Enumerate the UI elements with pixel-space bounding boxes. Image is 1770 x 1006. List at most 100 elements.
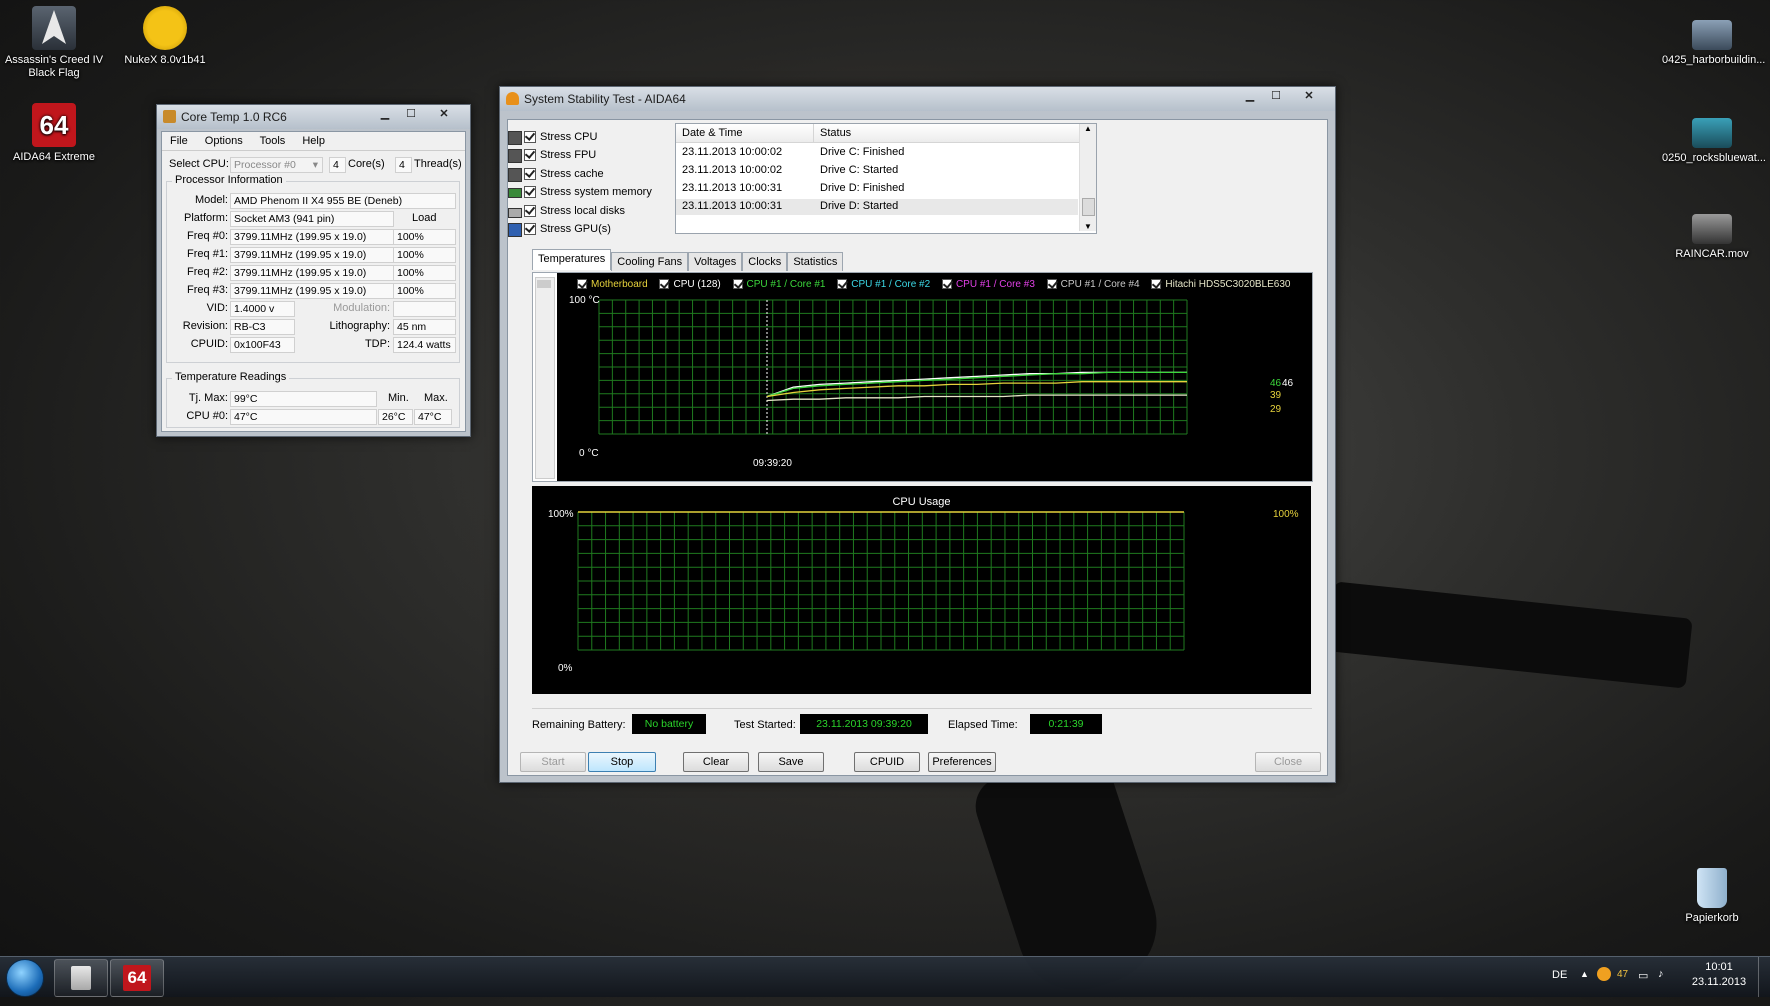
video-file-icon bbox=[1692, 118, 1732, 148]
divider bbox=[532, 708, 1312, 709]
stop-button[interactable]: Stop bbox=[588, 752, 656, 772]
stress-cpu-option[interactable]: Stress CPU bbox=[508, 129, 597, 145]
network-icon[interactable]: ▭ bbox=[1638, 969, 1648, 982]
menu-tools[interactable]: Tools bbox=[260, 135, 286, 147]
graph-side-scroller[interactable] bbox=[535, 277, 555, 479]
stress-gpu-checkbox[interactable] bbox=[524, 223, 536, 236]
chevron-up-icon[interactable]: ▲ bbox=[1580, 969, 1589, 979]
cpu-usage-graph: CPU Usage 100% 0% 100% bbox=[532, 486, 1311, 694]
tab-voltages[interactable]: Voltages bbox=[688, 252, 743, 271]
select-cpu-dropdown[interactable]: Processor #0 ▾ bbox=[230, 157, 323, 173]
start-button[interactable]: Start bbox=[520, 752, 586, 772]
freq-value: 3799.11MHz (199.95 x 19.0) bbox=[230, 283, 394, 299]
language-indicator[interactable]: DE bbox=[1552, 969, 1567, 981]
event-log-table[interactable]: Date & Time Status 23.11.2013 10:00:02 D… bbox=[675, 123, 1097, 234]
tab-temperatures[interactable]: Temperatures bbox=[532, 249, 612, 270]
log-header-status[interactable]: Status bbox=[820, 124, 851, 142]
desktop-icon-rocks-video[interactable]: 0250_rocksbluewat... bbox=[1662, 118, 1766, 165]
stress-disks-checkbox[interactable] bbox=[524, 205, 536, 218]
load-value: 100% bbox=[393, 265, 456, 281]
desktop-icon-aida64[interactable]: 64 AIDA64 Extreme bbox=[4, 103, 104, 164]
save-button[interactable]: Save bbox=[758, 752, 824, 772]
log-row-status: Drive D: Started bbox=[820, 200, 899, 212]
log-header-datetime[interactable]: Date & Time bbox=[682, 124, 743, 142]
taskbar-coretemp-button[interactable] bbox=[54, 959, 108, 997]
clock-time[interactable]: 10:01 bbox=[1684, 961, 1754, 973]
clock-date[interactable]: 23.11.2013 bbox=[1684, 976, 1754, 988]
aida64-taskbar-icon: 64 bbox=[123, 965, 151, 991]
menu-file[interactable]: File bbox=[170, 135, 188, 147]
flame-icon bbox=[506, 92, 519, 105]
stress-gpu-option[interactable]: Stress GPU(s) bbox=[508, 221, 611, 237]
elapsed-time-label: Elapsed Time: bbox=[948, 719, 1018, 731]
stress-disks-option[interactable]: Stress local disks bbox=[508, 203, 625, 219]
desktop-icon-recycle-bin[interactable]: Papierkorb bbox=[1662, 868, 1762, 925]
scroll-up-icon[interactable]: ▲ bbox=[1080, 124, 1096, 133]
tab-statistics[interactable]: Statistics bbox=[787, 252, 844, 271]
cpu-icon bbox=[508, 131, 522, 145]
window-title: Core Temp 1.0 RC6 bbox=[181, 110, 287, 124]
menu-options[interactable]: Options bbox=[205, 135, 243, 147]
minimize-icon[interactable]: ▁ bbox=[372, 105, 398, 123]
coretemp-tray-icon[interactable] bbox=[1597, 967, 1611, 981]
menu-help[interactable]: Help bbox=[302, 135, 325, 147]
tab-clocks[interactable]: Clocks bbox=[742, 252, 788, 271]
close-icon[interactable]: ✕ bbox=[424, 105, 464, 123]
show-desktop-button[interactable] bbox=[1758, 957, 1770, 997]
chevron-down-icon: ▾ bbox=[312, 159, 318, 171]
log-scrollbar[interactable]: ▲ ▼ bbox=[1079, 124, 1096, 231]
minimize-icon[interactable]: ▁ bbox=[1237, 87, 1263, 105]
scroll-down-icon[interactable]: ▼ bbox=[1080, 222, 1096, 231]
vid-value: 1.4000 v bbox=[230, 301, 295, 317]
scrollbar-thumb[interactable] bbox=[1082, 198, 1095, 216]
scroller-handle[interactable] bbox=[537, 280, 551, 288]
close-button[interactable]: Close bbox=[1255, 752, 1321, 772]
stress-cpu-checkbox[interactable] bbox=[524, 131, 536, 144]
desktop-icon-nukex[interactable]: NukeX 8.0v1b41 bbox=[115, 6, 215, 67]
desktop-icon-raincar[interactable]: RAINCAR.mov bbox=[1662, 214, 1762, 261]
coretemp-titlebar[interactable]: Core Temp 1.0 RC6 ▁ ☐ ✕ bbox=[157, 105, 470, 129]
cpu-usage-plot bbox=[577, 511, 1185, 651]
log-header-row: Date & Time Status bbox=[676, 124, 1096, 143]
close-icon[interactable]: ✕ bbox=[1289, 87, 1329, 105]
log-row-status: Drive C: Started bbox=[820, 164, 899, 176]
stress-cache-checkbox[interactable] bbox=[524, 168, 536, 181]
cpuid-button[interactable]: CPUID bbox=[854, 752, 920, 772]
aida64-icon: 64 bbox=[32, 103, 76, 147]
stress-disks-label: Stress local disks bbox=[540, 205, 625, 217]
maximize-icon[interactable]: ☐ bbox=[398, 105, 424, 123]
stress-fpu-checkbox[interactable] bbox=[524, 149, 536, 162]
coretemp-window[interactable]: Core Temp 1.0 RC6 ▁ ☐ ✕ File Options Too… bbox=[156, 104, 471, 437]
clear-button[interactable]: Clear bbox=[683, 752, 749, 772]
stress-gpu-label: Stress GPU(s) bbox=[540, 223, 611, 235]
disk-icon bbox=[508, 208, 522, 218]
load-value: 100% bbox=[393, 283, 456, 299]
taskbar-aida64-button[interactable]: 64 bbox=[110, 959, 164, 997]
platform-value: Socket AM3 (941 pin) bbox=[230, 211, 394, 227]
stress-fpu-option[interactable]: Stress FPU bbox=[508, 147, 596, 163]
desktop-icon-harbor-video[interactable]: 0425_harborbuildin... bbox=[1662, 20, 1765, 67]
aida-titlebar[interactable]: System Stability Test - AIDA64 ▁ ☐ ✕ bbox=[500, 87, 1335, 111]
start-button-orb[interactable] bbox=[6, 959, 44, 997]
cpu0-label: CPU #0: bbox=[186, 410, 228, 422]
max-label: Max. bbox=[424, 392, 448, 404]
log-row-status: Drive D: Finished bbox=[820, 182, 905, 194]
revision-label: Revision: bbox=[182, 320, 228, 332]
tab-cooling-fans[interactable]: Cooling Fans bbox=[611, 252, 689, 271]
stress-memory-option[interactable]: Stress system memory bbox=[508, 184, 652, 200]
stress-cache-option[interactable]: Stress cache bbox=[508, 166, 604, 182]
freq-value: 3799.11MHz (199.95 x 19.0) bbox=[230, 247, 394, 263]
stress-memory-checkbox[interactable] bbox=[524, 186, 536, 199]
desktop-icon-label: 0250_rocksbluewat... bbox=[1662, 152, 1766, 164]
remaining-battery-label: Remaining Battery: bbox=[532, 719, 626, 731]
preferences-button[interactable]: Preferences bbox=[928, 752, 996, 772]
coretemp-menubar: File Options Tools Help bbox=[162, 132, 465, 151]
volume-icon[interactable]: ♪ bbox=[1658, 968, 1664, 980]
column-divider bbox=[813, 124, 814, 142]
desktop-icon-label: AIDA64 Extreme bbox=[13, 151, 95, 163]
elapsed-time-value: 0:21:39 bbox=[1030, 714, 1102, 734]
maximize-icon[interactable]: ☐ bbox=[1263, 87, 1289, 105]
aida-stability-window[interactable]: System Stability Test - AIDA64 ▁ ☐ ✕ Str… bbox=[499, 86, 1336, 783]
desktop-icon-assassins-creed[interactable]: Assassin's Creed IV Black Flag bbox=[4, 6, 104, 80]
graph-tabs: Temperatures Cooling Fans Voltages Clock… bbox=[532, 249, 844, 271]
